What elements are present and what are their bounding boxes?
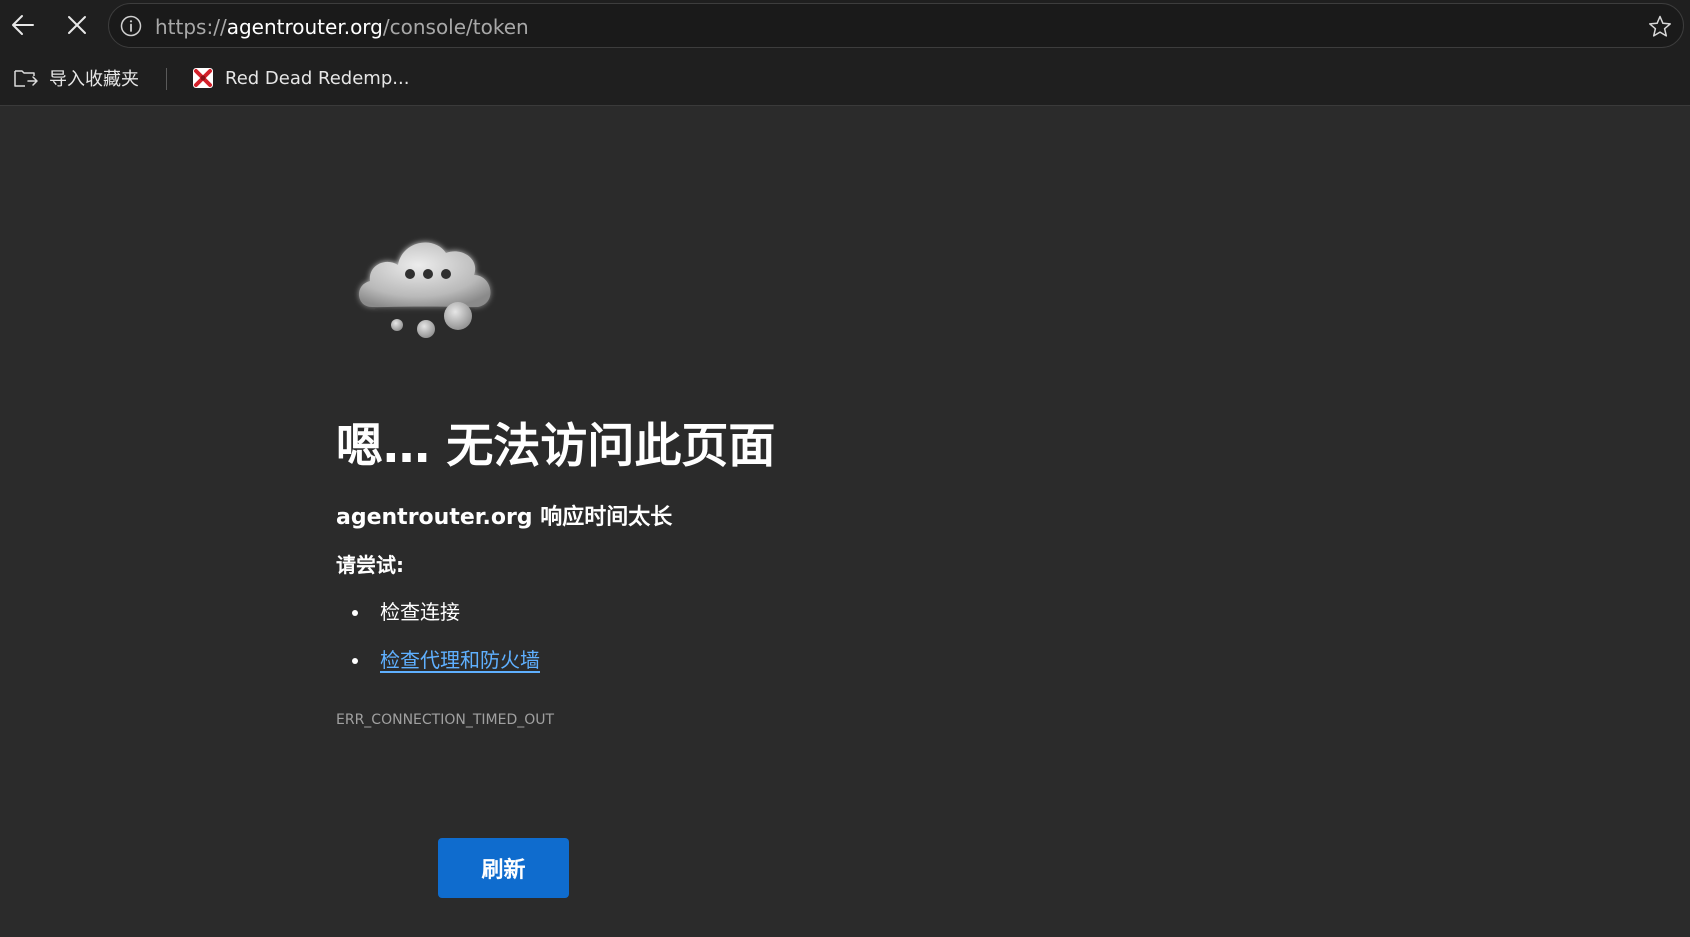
- url-host: agentrouter.org: [226, 15, 383, 39]
- bookmark-label: Red Dead Redemp...: [225, 67, 410, 89]
- check-proxy-firewall-link[interactable]: 检查代理和防火墙: [380, 648, 540, 672]
- bookmark-label: 导入收藏夹: [49, 69, 139, 90]
- suggestion-list: 检查连接 检查代理和防火墙: [336, 597, 540, 693]
- thinking-cloud-icon: [358, 242, 491, 338]
- bookmark-import-favorites[interactable]: 导入收藏夹: [13, 61, 139, 95]
- error-page: 嗯… 无法访问此页面 agentrouter.org 响应时间太长 请尝试: 检…: [0, 107, 1690, 937]
- address-bar[interactable]: https://agentrouter.org/console/token: [108, 3, 1684, 48]
- info-icon[interactable]: [119, 14, 143, 38]
- suggestion-check-connection: 检查连接: [336, 597, 540, 645]
- refresh-button[interactable]: 刷新: [438, 838, 569, 898]
- url-path: /console/token: [382, 15, 529, 39]
- url-scheme: https://: [155, 15, 227, 39]
- rdr-favicon: [193, 68, 213, 88]
- import-favorites-icon: [14, 70, 38, 87]
- suggestion-text: 检查连接: [380, 600, 460, 624]
- close-icon: [68, 16, 86, 34]
- bookmark-divider: [166, 68, 167, 90]
- suggestion-check-proxy-firewall: 检查代理和防火墙: [336, 645, 540, 693]
- stop-loading-button[interactable]: [58, 6, 96, 44]
- back-button[interactable]: [4, 6, 42, 44]
- bookmarks-bar: 导入收藏夹 Red Dead Redemp...: [0, 52, 1690, 106]
- browser-toolbar: https://agentrouter.org/console/token: [0, 0, 1690, 52]
- back-arrow-icon: [12, 15, 34, 35]
- error-subtitle: agentrouter.org 响应时间太长: [336, 505, 673, 530]
- error-code: ERR_CONNECTION_TIMED_OUT: [336, 712, 555, 728]
- error-title: 嗯… 无法访问此页面: [336, 419, 776, 474]
- url-text[interactable]: https://agentrouter.org/console/token: [155, 15, 529, 39]
- star-icon[interactable]: [1647, 14, 1673, 40]
- bookmark-red-dead-redemption[interactable]: Red Dead Redemp...: [192, 61, 409, 95]
- try-label: 请尝试:: [336, 553, 404, 577]
